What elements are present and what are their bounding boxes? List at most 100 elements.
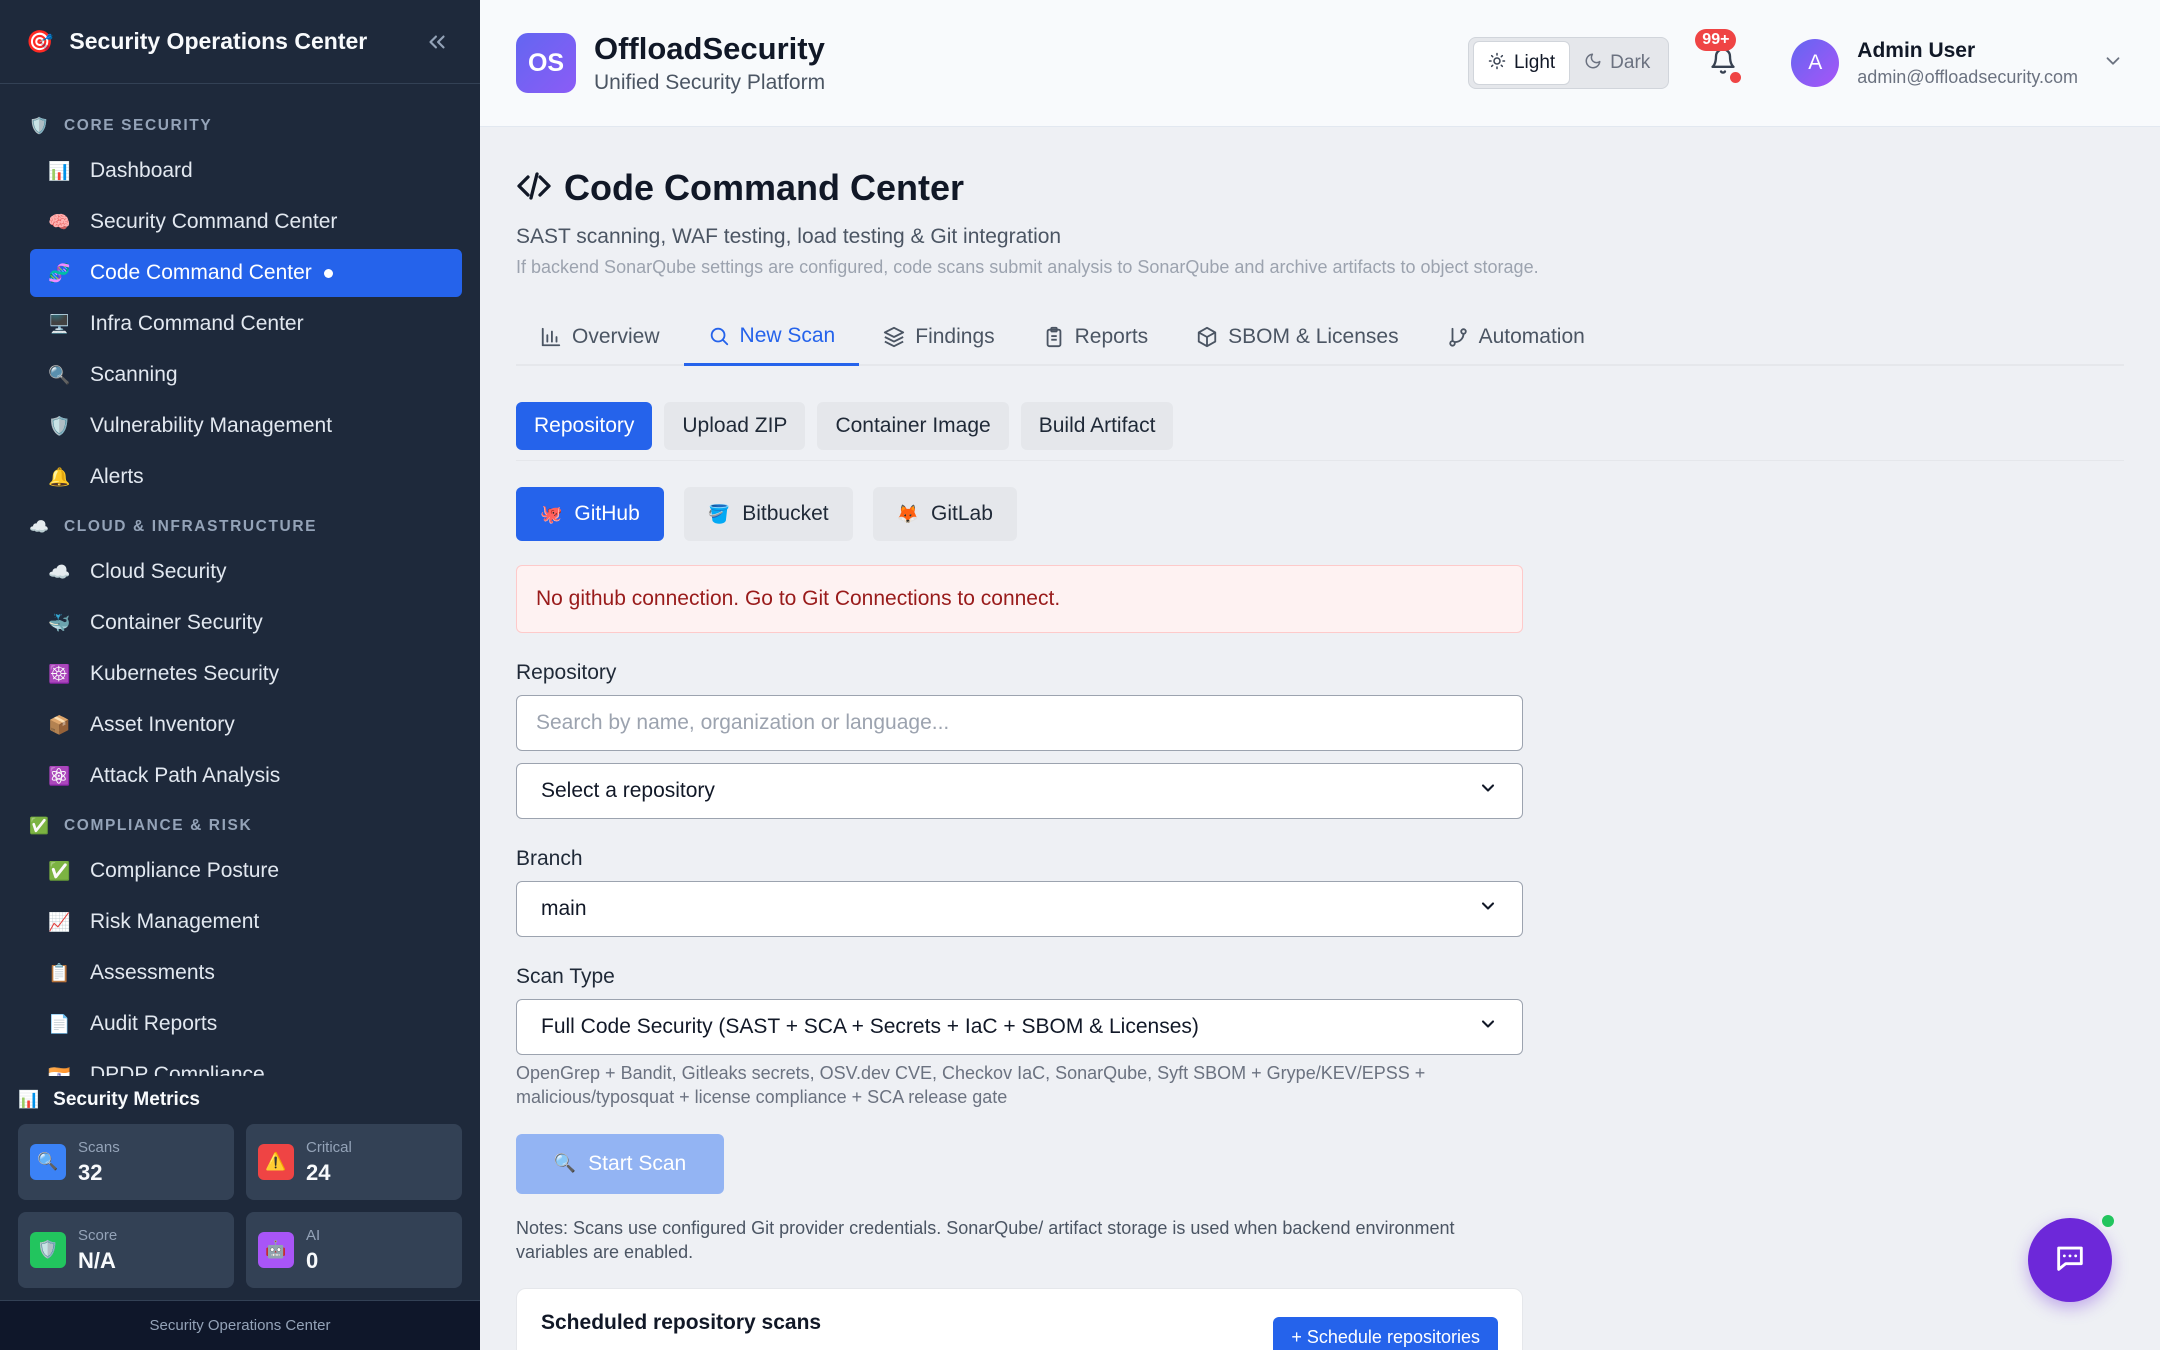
assessments-icon: 📋 [48,962,71,983]
topbar: OS OffloadSecurity Unified Security Plat… [480,0,2160,127]
brand-text: OffloadSecurity Unified Security Platfor… [594,31,1468,95]
sidebar-section-label: CLOUD & INFRASTRUCTURE [64,518,318,535]
sidebar-item-assessments[interactable]: 📋 Assessments [30,949,462,997]
page-note: If backend SonarQube settings are config… [516,257,1539,277]
repository-select[interactable]: Select a repository [516,763,1523,819]
main-tabs: Overview New Scan Findings Reports SBOM & Li… [516,308,2124,366]
sidebar-footer: Security Operations Center [0,1300,480,1350]
provider-gitlab-button[interactable]: 🦊 GitLab [872,487,1017,541]
user-menu[interactable]: A Admin User admin@offloadsecurity.com [1791,39,2124,88]
code-command-center-icon: 🧬 [48,262,71,283]
chat-icon [2053,1241,2087,1280]
avatar: A [1791,39,1840,87]
layers-icon [883,326,905,348]
source-tab-build-artifact[interactable]: Build Artifact [1020,402,1174,450]
tab-automation[interactable]: Automation [1423,308,1609,366]
sidebar-item-audit-reports[interactable]: 📄 Audit Reports [30,1000,462,1048]
tab-sbom-and-licenses[interactable]: SBOM & Licenses [1172,308,1422,366]
branch-select[interactable]: main [516,881,1523,937]
source-tab-upload-zip[interactable]: Upload ZIP [664,402,806,450]
source-tab-repository[interactable]: Repository [516,402,653,450]
main-content: Code Command Center SAST scanning, WAF t… [516,127,2124,1350]
metric-value: 0 [306,1247,319,1273]
tab-overview[interactable]: Overview [516,308,684,366]
cloud-security-icon: ☁️ [48,561,71,582]
sidebar-item-attack-path-analysis[interactable]: ⚛️ Attack Path Analysis [30,752,462,800]
dpdp-compliance-icon: 🇮🇳 [48,1064,71,1077]
sidebar-item-security-command-center[interactable]: 🧠 Security Command Center [30,198,462,246]
security-command-center-icon: 🧠 [48,211,71,232]
sidebar-item-alerts[interactable]: 🔔 Alerts [30,453,462,501]
notifications-button[interactable]: 99+ [1693,29,1753,93]
source-tab-container-image[interactable]: Container Image [817,402,1009,450]
compliance-posture-icon: ✅ [48,860,71,881]
user-text: Admin User admin@offloadsecurity.com [1857,39,2078,88]
provider-label: Bitbucket [742,502,829,525]
metric-scans: 🔍 Scans 32 [18,1124,234,1200]
theme-light-label: Light [1513,52,1556,73]
start-scan-button[interactable]: 🔍 Start Scan [516,1133,724,1194]
sidebar-item-label: Kubernetes Security [90,662,280,685]
target-icon: 🎯 [26,28,54,54]
vulnerability-management-icon: 🛡️ [48,415,71,436]
sidebar-item-scanning[interactable]: 🔍 Scanning [30,351,462,399]
scan-type-select[interactable]: Full Code Security (SAST + SCA + Secrets… [516,999,1523,1055]
bar-chart-icon: 📊 [18,1090,40,1109]
sidebar-item-compliance-posture[interactable]: ✅ Compliance Posture [30,847,462,895]
user-name: Admin User [1857,38,1976,62]
section-icon: ☁️ [29,519,49,536]
metric-label: Critical [306,1138,352,1156]
container-security-icon: 🐳 [48,612,71,633]
metric-critical: ⚠️ Critical 24 [246,1124,462,1200]
sidebar-section-core-security: 🛡️ CORE SECURITY [0,108,480,144]
tab-reports[interactable]: Reports [1019,308,1173,366]
sidebar-nav: 🛡️ CORE SECURITY 📊 Dashboard 🧠 Security Comma… [0,86,480,1076]
scan-notes: Notes: Scans use configured Git provider… [516,1217,1455,1262]
theme-dark-button[interactable]: Dark [1570,41,1664,85]
sidebar-item-infra-command-center[interactable]: 🖥️ Infra Command Center [30,300,462,348]
sidebar-item-cloud-security[interactable]: ☁️ Cloud Security [30,548,462,596]
metric-text: Score N/A [78,1227,117,1274]
scan-form: No github connection. Go to Git Connecti… [516,565,1523,1264]
schedule-repositories-button[interactable]: + Schedule repositories [1273,1317,1498,1350]
tab-new-scan[interactable]: New Scan [683,308,860,366]
metric-text: AI 0 [306,1227,320,1274]
sidebar-title: Security Operations Center [69,28,368,54]
scheduled-scans-title: Scheduled repository scans [541,1311,822,1335]
sidebar-item-label: DPDP Compliance [90,1063,265,1076]
metric-label: AI [306,1226,321,1244]
notification-dot [1730,72,1742,83]
moon-icon [1584,52,1602,75]
sun-icon [1488,52,1506,75]
scheduled-scans-card: Scheduled repository scans + Schedule re… [516,1288,1523,1350]
theme-toggle: Light Dark [1467,37,1670,89]
attack-path-analysis-icon: ⚛️ [48,765,71,786]
provider-github-button[interactable]: 🐙 GitHub [516,487,664,541]
sidebar-item-dashboard[interactable]: 📊 Dashboard [30,147,462,195]
repository-search-input[interactable] [516,695,1523,751]
sidebar-item-vulnerability-management[interactable]: 🛡️ Vulnerability Management [30,402,462,450]
repository-label: Repository [516,661,617,684]
theme-light-button[interactable]: Light [1472,41,1571,85]
page-header: Code Command Center [516,167,2124,209]
sidebar-item-container-security[interactable]: 🐳 Container Security [30,599,462,647]
collapse-sidebar-icon[interactable] [420,25,454,59]
tab-findings[interactable]: Findings [859,308,1018,366]
metrics-title-label: Security Metrics [53,1089,200,1110]
section-icon: ✅ [29,818,49,835]
theme-dark-label: Dark [1610,52,1651,73]
source-tabs: Repository Upload ZIP Container Image Build… [516,402,2124,461]
metric-text: Scans 32 [78,1139,120,1186]
chat-button[interactable] [2028,1218,2112,1302]
tab-label: New Scan [739,323,836,347]
provider-bitbucket-button[interactable]: 🪣 Bitbucket [683,487,853,541]
sidebar-item-dpdp-compliance[interactable]: 🇮🇳 DPDP Compliance [30,1051,462,1076]
sidebar-item-code-command-center[interactable]: 🧬 Code Command Center [30,249,462,297]
sidebar-item-kubernetes-security[interactable]: ☸️ Kubernetes Security [30,650,462,698]
provider-label: GitHub [574,502,640,525]
critical-metric-icon: ⚠️ [258,1144,294,1180]
brand-tagline: Unified Security Platform [594,71,826,94]
sidebar-item-asset-inventory[interactable]: 📦 Asset Inventory [30,701,462,749]
sidebar-item-risk-management[interactable]: 📈 Risk Management [30,898,462,946]
package-icon [1196,326,1218,348]
